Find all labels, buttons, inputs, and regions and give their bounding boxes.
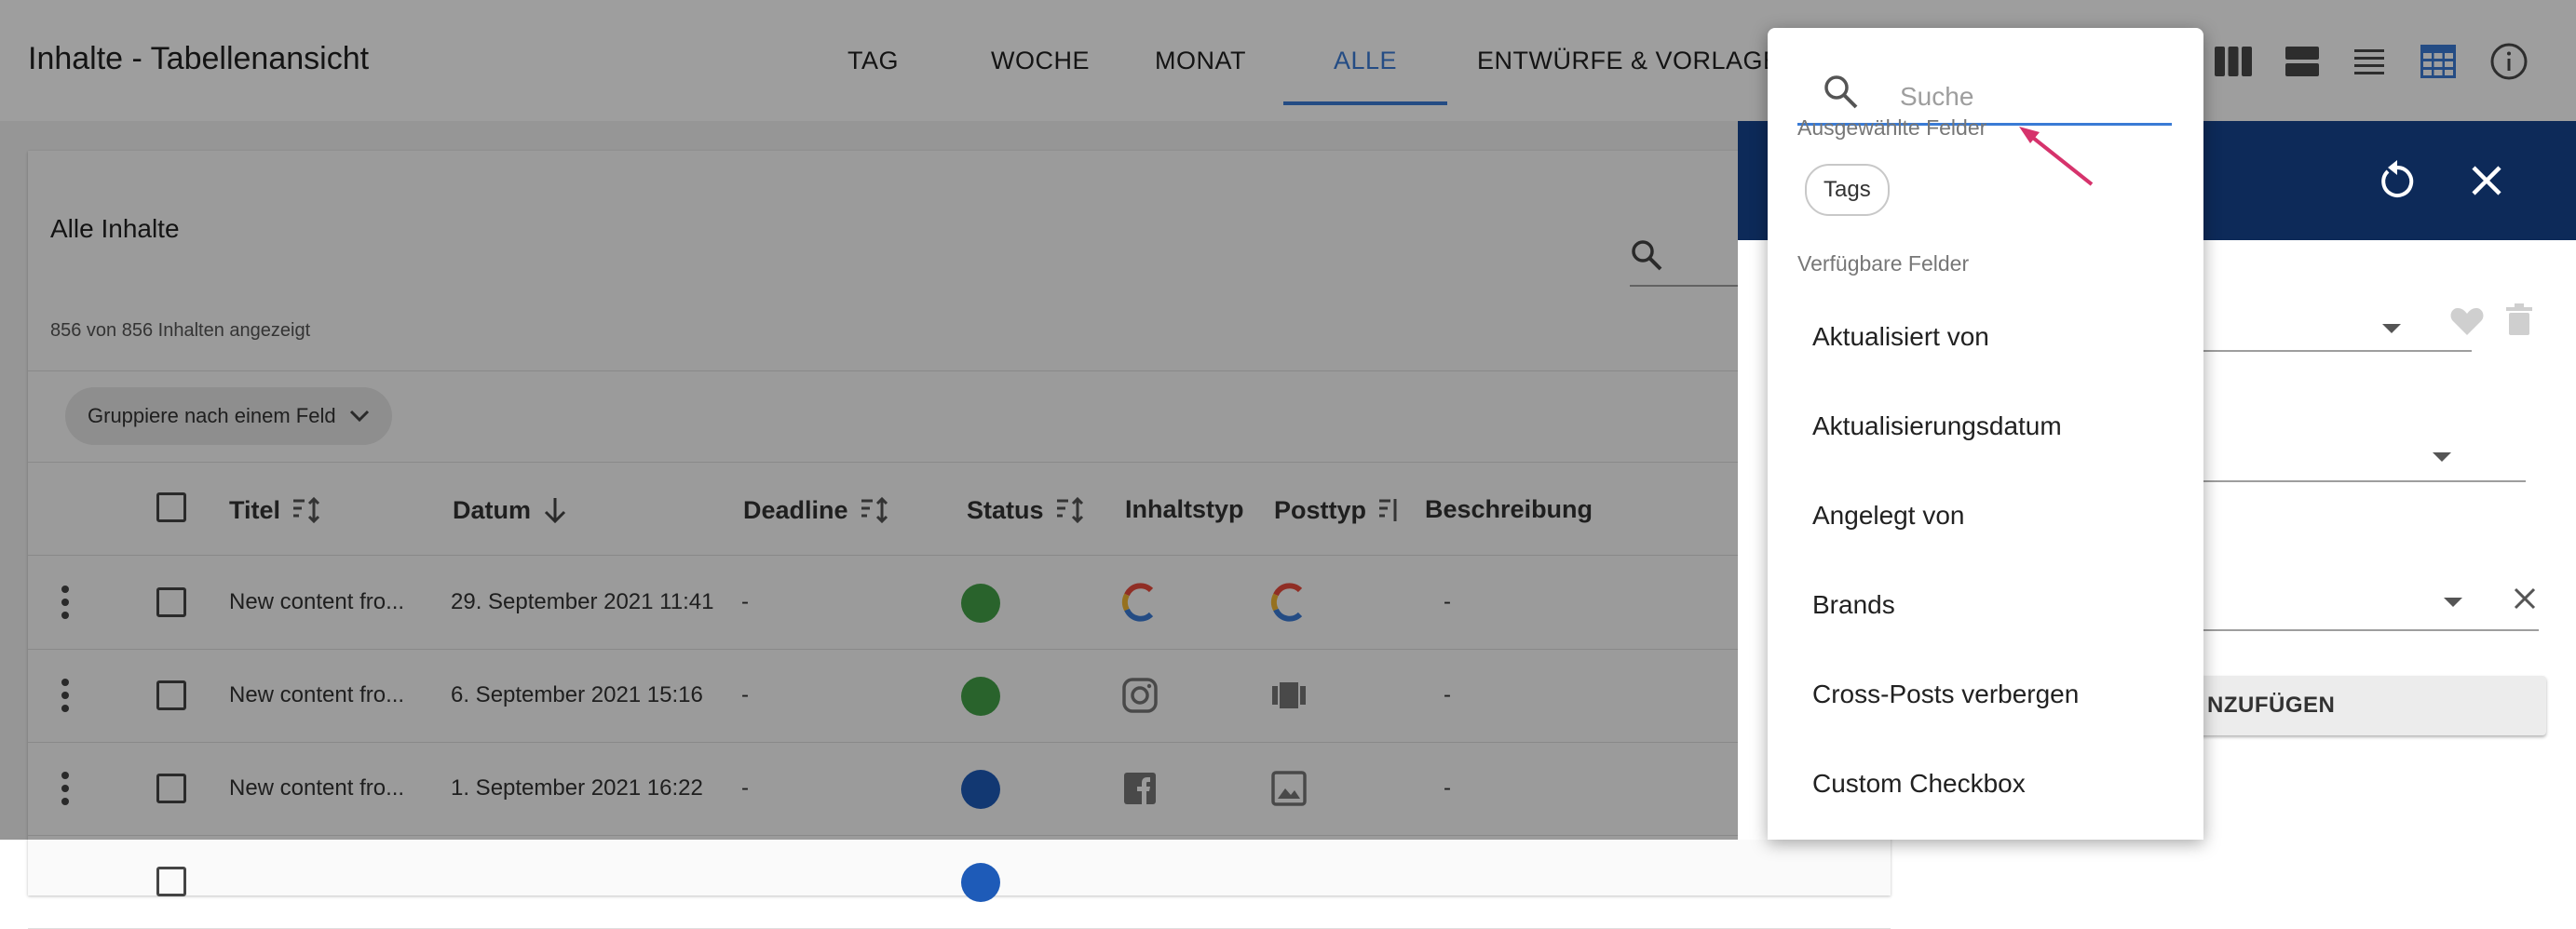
annotation-arrow-icon (2019, 127, 2094, 186)
field-option[interactable]: Custom Checkbox (1812, 769, 2026, 799)
selected-fields-label: Ausgewählte Felder (1797, 115, 1987, 140)
delete-icon[interactable] (2505, 303, 2533, 337)
select-underline (2181, 350, 2472, 352)
field-option[interactable]: Brands (1812, 590, 1895, 620)
row-checkbox[interactable] (156, 867, 186, 896)
status-indicator (961, 863, 1000, 902)
close-icon[interactable] (2464, 158, 2509, 203)
search-icon (1824, 75, 1858, 109)
dropdown-arrow-icon[interactable] (2382, 324, 2401, 333)
table-row[interactable] (28, 835, 1891, 929)
reset-icon[interactable] (2375, 158, 2420, 203)
search-placeholder: Suche (1900, 82, 1974, 111)
selected-field-chip[interactable]: Tags (1805, 164, 1890, 216)
select-underline (2181, 629, 2539, 631)
add-button-label: NZUFÜGEN (2207, 693, 2336, 718)
select-underline (2181, 480, 2526, 482)
field-option[interactable]: Aktualisiert von (1812, 322, 1989, 352)
field-picker-dropdown: Suche Ausgewählte Felder Tags Verfügbare… (1768, 28, 2203, 840)
available-fields-label: Verfügbare Felder (1797, 251, 1970, 276)
add-button[interactable]: NZUFÜGEN (2179, 676, 2546, 735)
field-option[interactable]: Cross-Posts verbergen (1812, 680, 2079, 709)
field-option[interactable]: Angelegt von (1812, 501, 1964, 531)
field-search-input[interactable]: Suche (1797, 48, 2172, 126)
dropdown-arrow-icon[interactable] (2444, 598, 2462, 607)
favorite-icon[interactable] (2449, 305, 2485, 337)
field-option[interactable]: Aktualisierungsdatum (1812, 411, 2062, 441)
clear-icon[interactable] (2511, 585, 2539, 613)
dropdown-arrow-icon[interactable] (2433, 452, 2451, 462)
